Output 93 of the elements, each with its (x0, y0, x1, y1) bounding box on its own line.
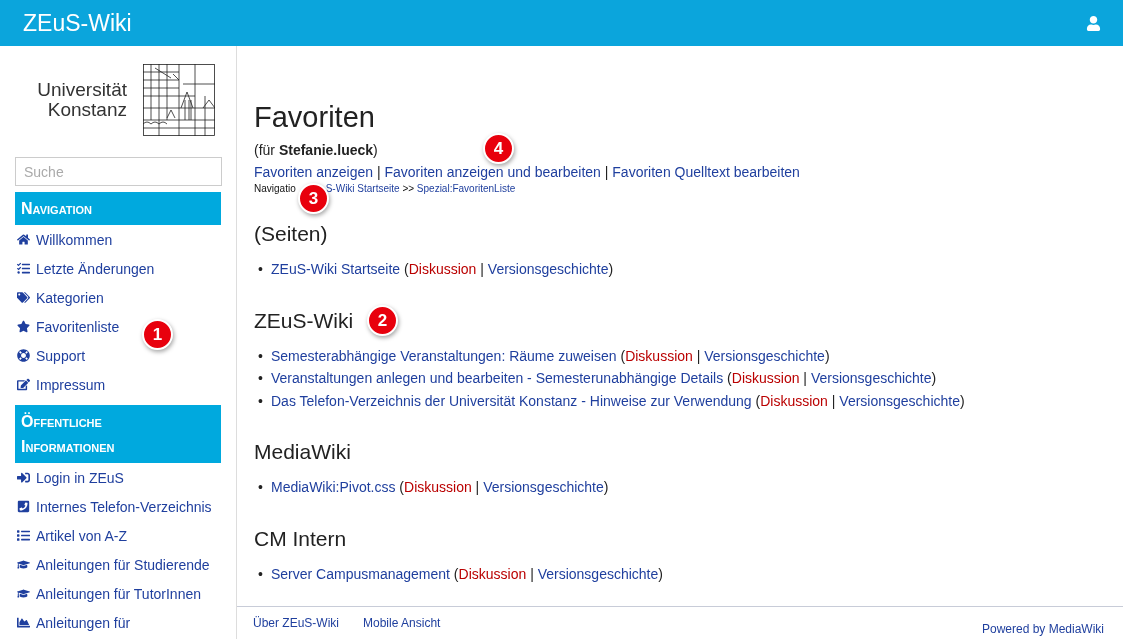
punctuation: ( (619, 346, 626, 366)
action-link[interactable]: Favoriten anzeigen und bearbeiten (384, 164, 601, 180)
page-link[interactable]: Das Telefon-Verzeichnis der Universität Konstanz - Hinweise zur Verwendung (271, 389, 752, 412)
bullet: • (257, 346, 264, 366)
sidebar-heading: Navigation (15, 192, 221, 225)
talk-link[interactable]: Diskussion (760, 389, 828, 412)
punctuation: ) (824, 346, 830, 366)
sidebar-link[interactable]: Anleitungen für (15, 607, 131, 638)
tags-icon (17, 291, 30, 304)
list-icon (17, 529, 30, 542)
talk-link[interactable]: Diskussion (731, 367, 800, 390)
sidebar-link[interactable]: Kategorien (15, 282, 104, 313)
graduation-cap-icon (17, 587, 30, 600)
phone-icon (17, 500, 30, 513)
search-field[interactable]: Suche (15, 157, 222, 186)
page-link[interactable]: MediaWiki:Pivot.css (271, 476, 396, 499)
sidebar-link[interactable]: Willkommen (15, 224, 113, 255)
star-icon (17, 320, 30, 333)
action-link[interactable]: Favoriten anzeigen (254, 164, 374, 180)
sidebar-link[interactable]: Internes Telefon-Verzeichnis (15, 491, 212, 522)
sidebar-link[interactable]: Login in ZEuS (15, 462, 124, 493)
section-heading: (Seiten) (254, 222, 328, 246)
edit-icon (17, 378, 30, 391)
talk-link[interactable]: Diskussion (458, 562, 527, 585)
punctuation: ( (726, 369, 732, 388)
page-link[interactable]: Veranstaltungen anlegen und bearbeiten - Semesterunabhängige Details (271, 367, 724, 390)
section-heading: MediaWiki (254, 440, 351, 464)
punctuation: ) (658, 564, 663, 584)
punctuation: ( (754, 391, 761, 411)
sidebar-link[interactable]: Artikel von A-Z (15, 520, 128, 551)
history-link[interactable]: Versionsgeschichte (537, 562, 659, 585)
sidebar-heading: Öffentliche Informationen (15, 405, 221, 463)
sidebar-link[interactable]: Impressum (15, 369, 106, 400)
page-link[interactable]: Semesterabhängige Veranstaltungen: Räume zuweisen (271, 344, 617, 367)
university-logo-drawing (143, 64, 215, 136)
callout-badge: 2 (367, 305, 398, 336)
home-icon (17, 233, 30, 246)
breadcrumb-link[interactable]: S-Wiki Startseite (325, 183, 400, 194)
punctuation: | (802, 369, 808, 388)
talk-link[interactable]: Diskussion (408, 258, 477, 281)
punctuation: ) (608, 260, 614, 279)
history-link[interactable]: Versionsgeschichte (810, 367, 932, 390)
bullet: • (257, 564, 264, 584)
punctuation: | (830, 391, 837, 411)
history-link[interactable]: Versionsgeschichte (483, 476, 604, 499)
talk-link[interactable]: Diskussion (625, 344, 693, 367)
graduation-cap-icon (17, 558, 30, 571)
callout-badge: 4 (483, 133, 514, 164)
punctuation: | (474, 478, 481, 497)
page-link[interactable]: Server Campusmanagement (271, 562, 450, 585)
sidebar-link[interactable]: Letzte Änderungen (15, 253, 155, 284)
section-heading: CM Intern (254, 526, 347, 551)
chart-icon (17, 616, 30, 629)
lifebuoy-icon (17, 349, 30, 362)
page-subtitle: (für Stefanie.lueck) (254, 142, 378, 158)
bullet: • (257, 260, 264, 279)
page-title: Favoriten (254, 101, 375, 134)
sidebar-link[interactable]: Favoritenliste (15, 311, 120, 342)
breadcrumb-label: Navigatio (254, 183, 296, 194)
footer-link[interactable]: Über ZEuS-Wiki (253, 616, 339, 630)
bullet: • (257, 369, 264, 388)
bullet: • (257, 478, 264, 497)
separator: | (603, 164, 610, 180)
punctuation: ) (603, 478, 609, 497)
sign-in-icon (17, 471, 30, 484)
sidebar-link[interactable]: Anleitungen für Studierende (15, 549, 210, 580)
sidebar-link[interactable]: Anleitungen für TutorInnen (15, 578, 201, 609)
breadcrumb-separator: >> (401, 183, 416, 194)
punctuation: ( (403, 260, 409, 279)
punctuation: ( (398, 478, 405, 497)
punctuation: | (695, 346, 702, 366)
page-link[interactable]: ZEuS-Wiki Startseite (271, 258, 401, 281)
punctuation: ) (931, 369, 937, 388)
action-link[interactable]: Favoriten Quelltext bearbeiten (612, 164, 800, 180)
history-link[interactable]: Versionsgeschichte (487, 258, 609, 281)
punctuation: ( (452, 564, 459, 584)
sidebar-link[interactable]: Support (15, 340, 86, 371)
callout-badge: 1 (142, 319, 173, 350)
talk-link[interactable]: Diskussion (404, 476, 472, 499)
user-icon[interactable] (1086, 15, 1101, 31)
punctuation: | (529, 564, 535, 584)
history-link[interactable]: Versionsgeschichte (704, 344, 825, 367)
bullet: • (257, 391, 264, 411)
breadcrumb-link[interactable]: Spezial:FavoritenListe (416, 183, 516, 194)
history-link[interactable]: Versionsgeschichte (839, 389, 960, 412)
section-heading: ZEuS-Wiki (254, 308, 354, 333)
punctuation: | (479, 260, 485, 279)
punctuation: ) (960, 391, 965, 411)
powered-by-link[interactable]: Powered by MediaWiki (981, 622, 1104, 636)
separator: | (375, 164, 382, 180)
university-name: Universität Konstanz (37, 80, 127, 120)
list-icon (17, 262, 30, 275)
footer-link[interactable]: Mobile Ansicht (363, 616, 441, 630)
